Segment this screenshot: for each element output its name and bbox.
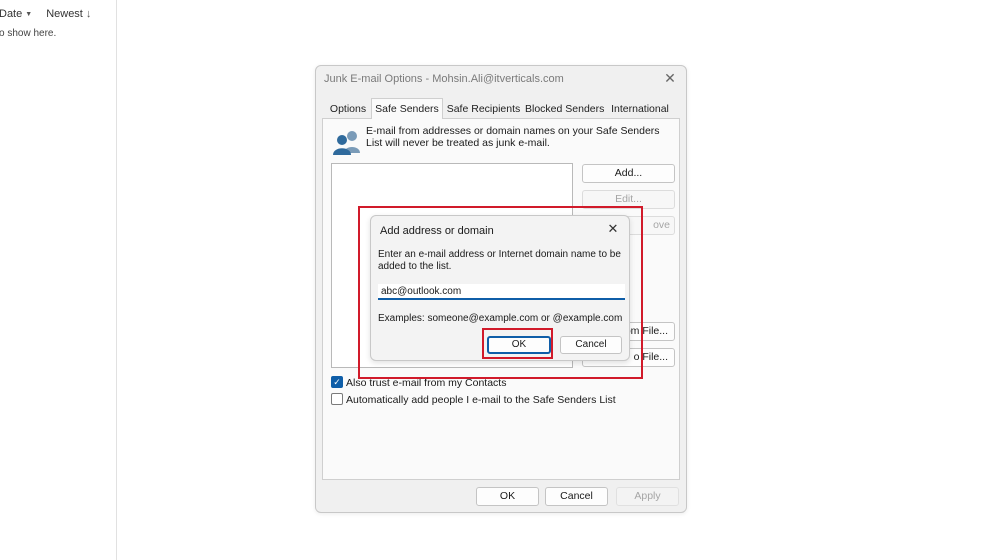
add-cancel-button[interactable]: Cancel [560,336,622,354]
trust-contacts-row[interactable]: ✓ Also trust e-mail from my Contacts [331,376,507,390]
tab-safe-senders[interactable]: Safe Senders [371,98,443,119]
info-text: E-mail from addresses or domain names on… [366,125,660,149]
tab-options[interactable]: Options [328,101,368,118]
edit-button[interactable]: Edit... [582,190,675,209]
auto-add-label: Automatically add people I e-mail to the… [346,394,616,407]
add-address-instructions: Enter an e-mail address or Internet doma… [378,249,621,272]
apply-button[interactable]: Apply [616,487,679,506]
tab-bar: Options Safe Senders Safe Recipients Blo… [324,98,678,119]
dialog-title: Junk E-mail Options - Mohsin.Ali@itverti… [324,73,564,85]
trust-contacts-checkbox[interactable]: ✓ [331,376,343,389]
sort-bar: Date ▼ Newest ↓ [0,8,91,20]
caret-down-icon[interactable]: ▼ [25,11,32,18]
auto-add-row[interactable]: Automatically add people I e-mail to the… [331,393,616,407]
contacts-icon [333,131,360,155]
ok-button[interactable]: OK [476,487,539,506]
add-button[interactable]: Add... [582,164,675,183]
cancel-button[interactable]: Cancel [545,487,608,506]
tab-safe-recipients[interactable]: Safe Recipients [446,101,521,118]
examples-text: Examples: someone@example.com or @exampl… [378,313,623,324]
add-address-title: Add address or domain [380,225,494,237]
tab-international[interactable]: International [608,101,672,118]
close-icon[interactable]: ✕ [605,221,621,237]
add-address-dialog: Add address or domain ✕ Enter an e-mail … [370,215,630,361]
trust-contacts-label: Also trust e-mail from my Contacts [346,377,507,390]
tab-blocked-senders[interactable]: Blocked Senders [525,101,604,118]
address-input[interactable] [378,284,625,300]
close-icon[interactable]: ✕ [662,70,678,86]
empty-list-message: o show here. [0,28,57,39]
message-list-pane: Date ▼ Newest ↓ o show here. [0,0,117,560]
arrow-down-icon[interactable]: ↓ [86,8,92,20]
sort-order-button[interactable]: Newest [46,8,83,20]
add-ok-button[interactable]: OK [487,336,551,354]
sort-by-date-button[interactable]: Date [0,8,22,20]
auto-add-checkbox[interactable] [331,393,343,406]
